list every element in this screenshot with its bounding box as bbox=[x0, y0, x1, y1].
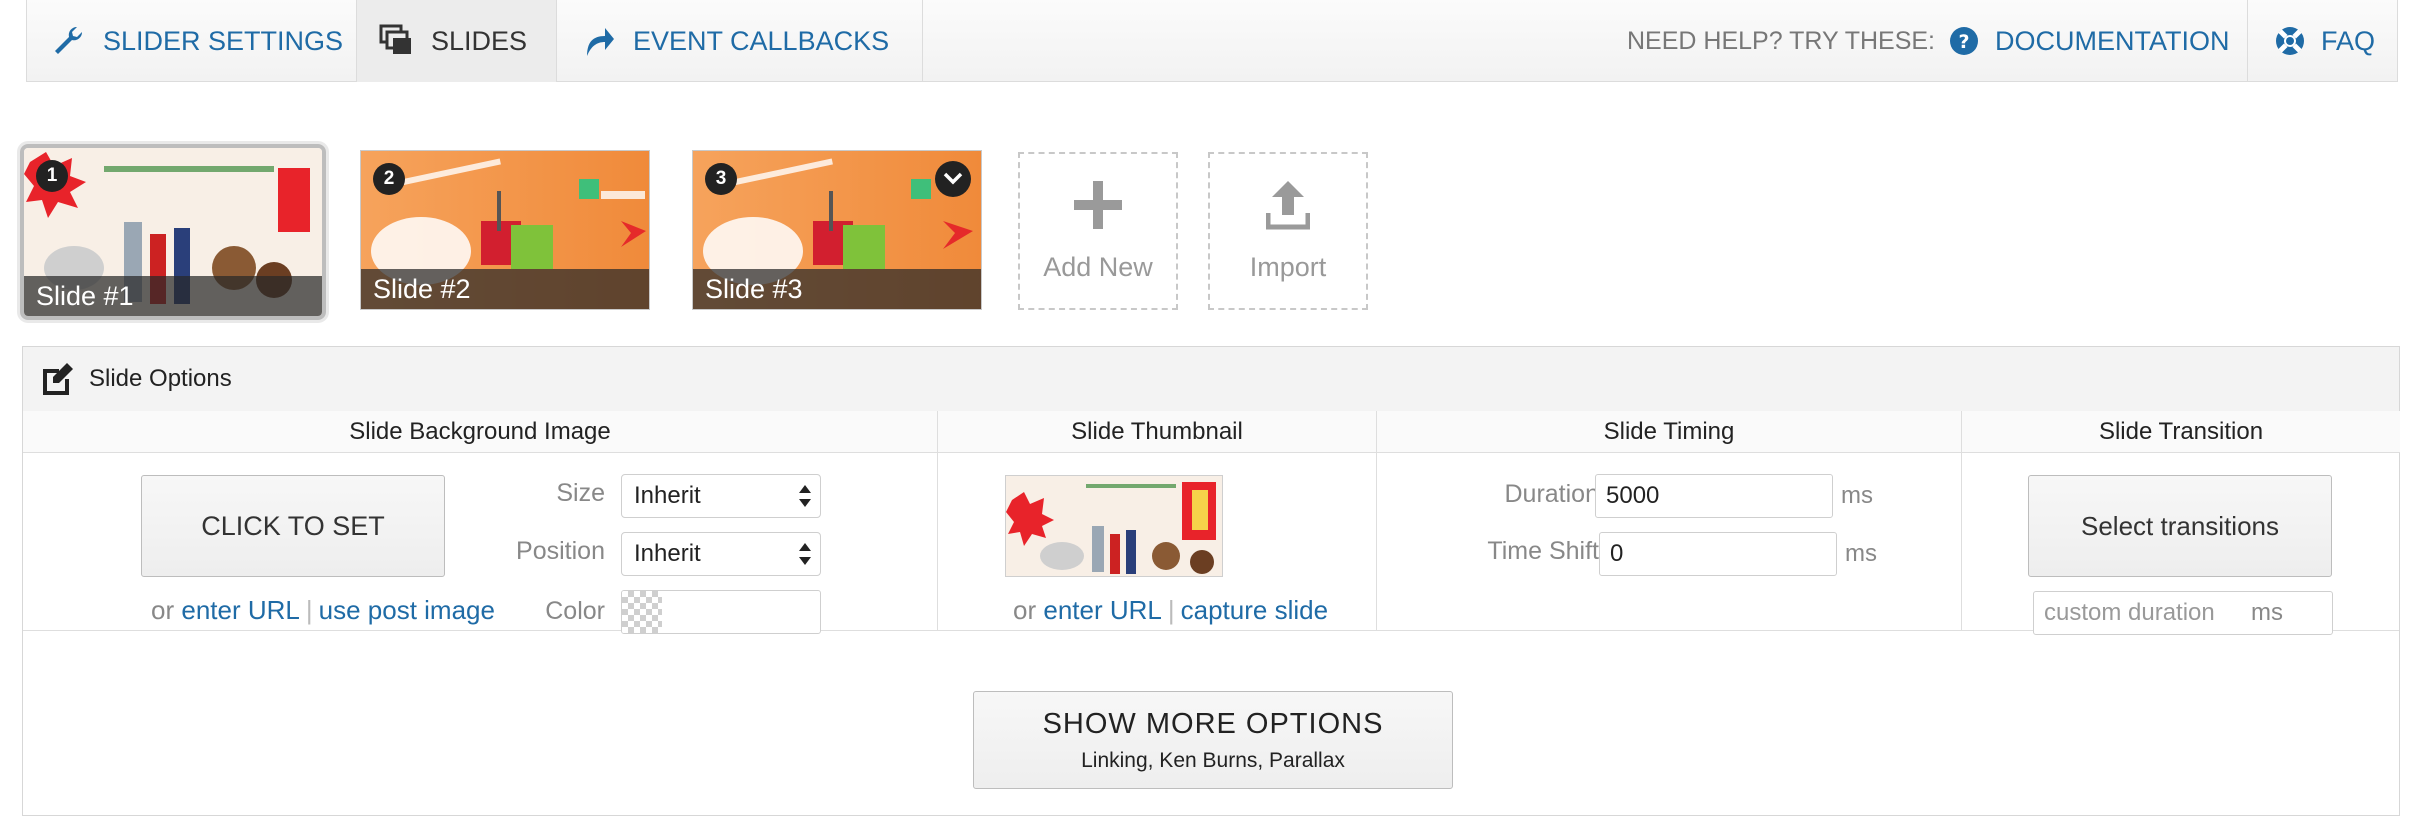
link-separator: | bbox=[1167, 595, 1175, 625]
slide-number-badge: 1 bbox=[36, 160, 68, 192]
slide-caption: Slide #2 bbox=[361, 269, 649, 309]
slide-options-title: Slide Options bbox=[89, 365, 232, 392]
life-ring-icon bbox=[2273, 24, 2307, 58]
import-slide-button[interactable]: Import bbox=[1208, 152, 1368, 310]
time-shift-input[interactable]: 0 bbox=[1599, 532, 1837, 576]
slide-options-header: Slide Options bbox=[23, 347, 2399, 412]
top-navigation-bar: SLIDER SETTINGS SLIDES EVENT CALLBACKS N… bbox=[26, 0, 2398, 82]
slide-options-panel: Slide Options Slide Background Image Sli… bbox=[22, 346, 2400, 816]
slide-thumbnail-3[interactable]: 3 Slide #3 bbox=[692, 150, 982, 310]
slide-number-badge: 3 bbox=[705, 163, 737, 195]
color-picker-input[interactable] bbox=[621, 590, 821, 634]
upload-icon bbox=[1265, 179, 1311, 238]
click-to-set-button[interactable]: CLICK TO SET bbox=[141, 475, 445, 577]
color-label: Color bbox=[545, 597, 605, 625]
documentation-label: DOCUMENTATION bbox=[1995, 25, 2230, 56]
thumbnail-heading: Slide Thumbnail bbox=[938, 411, 1376, 453]
slide-menu-button[interactable] bbox=[935, 161, 971, 197]
thumbnail-image bbox=[1006, 476, 1222, 576]
faq-link[interactable]: FAQ bbox=[2273, 0, 2375, 82]
faq-label: FAQ bbox=[2321, 25, 2376, 56]
show-more-title: SHOW MORE OPTIONS bbox=[1042, 707, 1384, 740]
add-new-slide-button[interactable]: Add New bbox=[1018, 152, 1178, 310]
column-divider bbox=[1376, 411, 1377, 631]
or-text: or bbox=[1013, 595, 1037, 625]
tab-label: SLIDES bbox=[431, 25, 528, 56]
help-text: NEED HELP? TRY THESE: bbox=[1627, 26, 1935, 55]
slide-number-badge: 2 bbox=[373, 163, 405, 195]
show-more-options-button[interactable]: SHOW MORE OPTIONS Linking, Ken Burns, Pa… bbox=[973, 691, 1453, 789]
transparent-swatch-icon bbox=[622, 591, 662, 633]
size-label: Size bbox=[556, 479, 605, 507]
duration-input[interactable]: 5000 bbox=[1595, 474, 1833, 518]
thumbnail-links: or enter URL | capture slide bbox=[1013, 595, 1328, 626]
slide-thumbnail-2[interactable]: 2 Slide #2 bbox=[360, 150, 650, 310]
duration-label: Duration bbox=[1504, 480, 1600, 508]
documentation-link[interactable]: ? DOCUMENTATION bbox=[1947, 0, 2229, 82]
thumbnail-enter-url-link[interactable]: enter URL bbox=[1043, 595, 1162, 625]
tab-slides[interactable]: SLIDES bbox=[357, 0, 557, 82]
position-select[interactable]: Inherit bbox=[621, 532, 821, 576]
plus-icon bbox=[1072, 179, 1124, 238]
timing-heading: Slide Timing bbox=[1377, 411, 1961, 453]
question-circle-icon: ? bbox=[1947, 24, 1981, 58]
enter-url-link[interactable]: enter URL bbox=[181, 595, 300, 625]
column-divider bbox=[1961, 411, 1962, 631]
custom-duration-unit: ms bbox=[2251, 599, 2283, 626]
show-more-subtitle: Linking, Ken Burns, Parallax bbox=[1081, 748, 1345, 772]
or-text: or bbox=[151, 595, 175, 625]
position-label: Position bbox=[516, 537, 605, 565]
select-arrows-icon bbox=[799, 485, 811, 507]
custom-duration-placeholder: custom duration bbox=[2044, 599, 2215, 626]
size-select[interactable]: Inherit bbox=[621, 474, 821, 518]
slide-thumbnail-1[interactable]: 1 Slide #1 bbox=[20, 144, 326, 320]
tab-label: SLIDER SETTINGS bbox=[103, 25, 344, 56]
svg-text:?: ? bbox=[1958, 31, 1969, 53]
slide-caption: Slide #1 bbox=[24, 276, 322, 316]
slide-caption: Slide #3 bbox=[693, 269, 981, 309]
size-select-value: Inherit bbox=[634, 482, 701, 509]
time-shift-unit: ms bbox=[1845, 540, 1877, 567]
duration-unit: ms bbox=[1841, 482, 1873, 509]
add-new-label: Add New bbox=[1043, 252, 1153, 282]
tab-slider-settings[interactable]: SLIDER SETTINGS bbox=[27, 0, 357, 82]
column-divider bbox=[937, 411, 938, 631]
custom-duration-input[interactable]: custom duration bbox=[2033, 591, 2333, 635]
wrench-icon bbox=[49, 22, 87, 60]
transition-heading: Slide Transition bbox=[1962, 411, 2400, 453]
import-label: Import bbox=[1249, 252, 1327, 282]
capture-slide-link[interactable]: capture slide bbox=[1181, 595, 1328, 625]
chevron-down-icon bbox=[943, 172, 963, 185]
position-select-value: Inherit bbox=[634, 540, 701, 567]
slides-icon bbox=[377, 22, 415, 60]
nav-divider bbox=[2247, 0, 2248, 82]
tab-label: EVENT CALLBACKS bbox=[633, 25, 890, 56]
time-shift-label: Time Shift bbox=[1487, 537, 1599, 565]
background-links: or enter URL | use post image bbox=[151, 595, 495, 626]
edit-icon bbox=[41, 363, 73, 395]
slide-thumbnail-preview[interactable] bbox=[1005, 475, 1223, 577]
select-transitions-button[interactable]: Select transitions bbox=[2028, 475, 2332, 577]
use-post-image-link[interactable]: use post image bbox=[319, 595, 495, 625]
select-arrows-icon bbox=[799, 543, 811, 565]
background-image-heading: Slide Background Image bbox=[23, 411, 937, 453]
link-separator: | bbox=[305, 595, 313, 625]
redo-arrow-icon bbox=[579, 22, 617, 60]
tab-event-callbacks[interactable]: EVENT CALLBACKS bbox=[557, 0, 923, 82]
